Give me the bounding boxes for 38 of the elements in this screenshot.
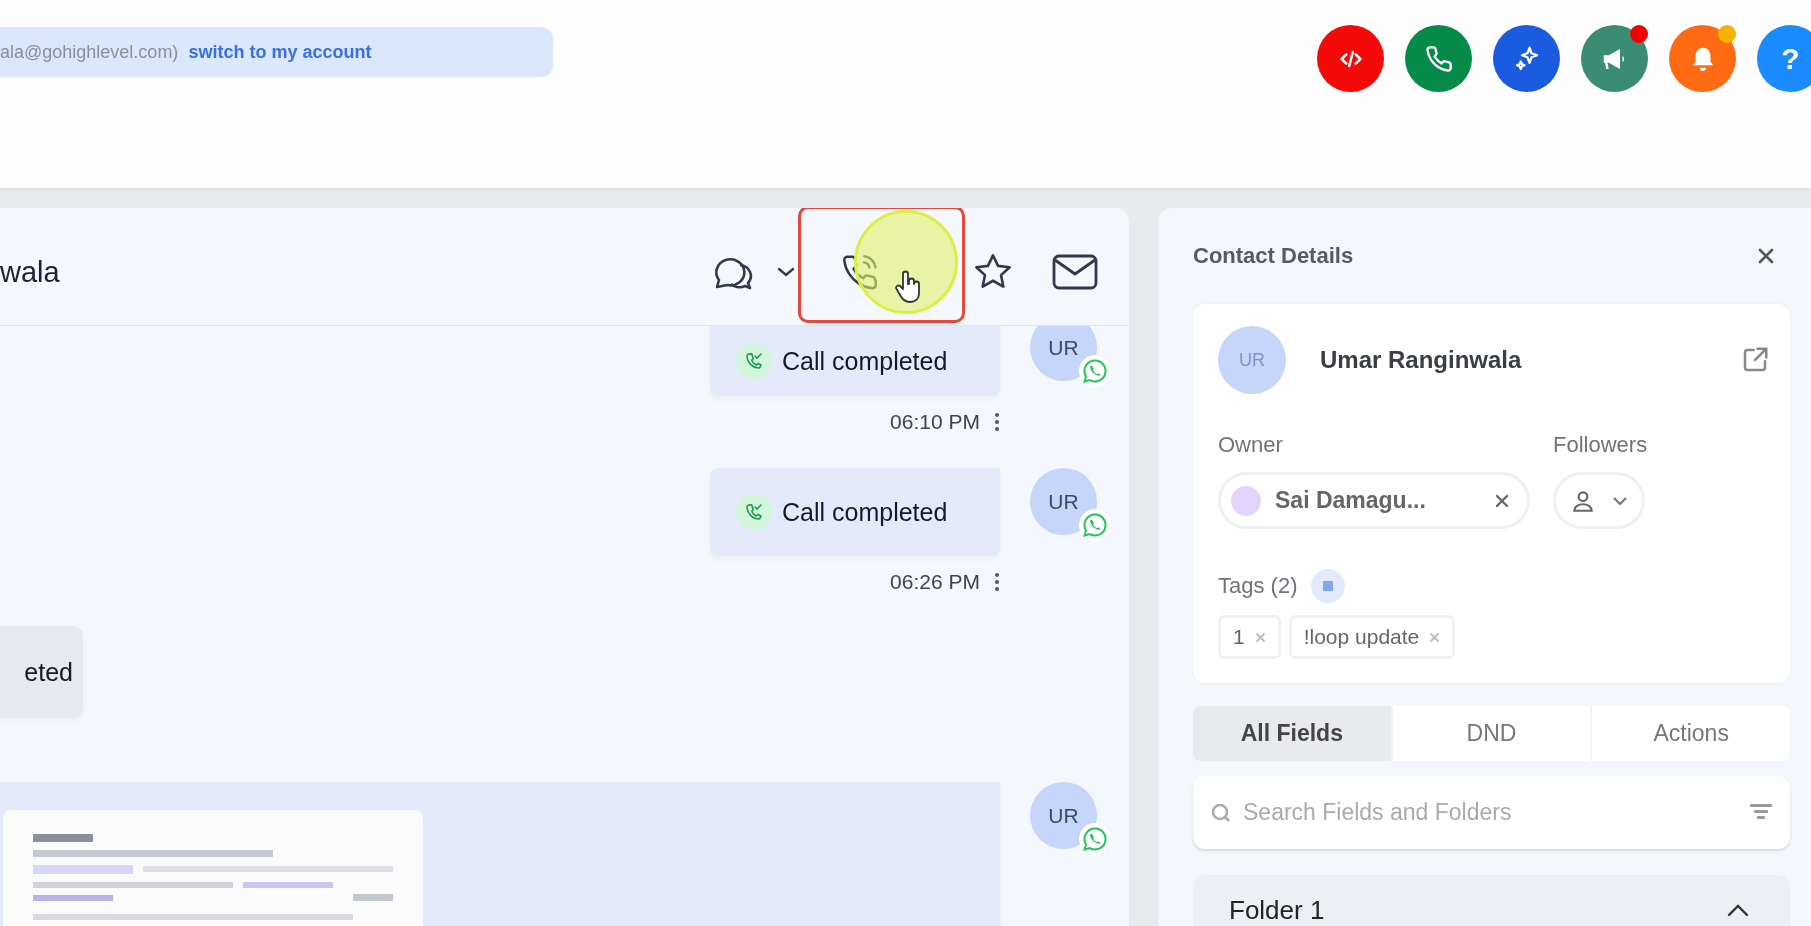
tag-chip[interactable]: 1 (1218, 615, 1281, 659)
contact-avatar: UR (1030, 782, 1097, 849)
panel-tab[interactable]: All Fields (1193, 706, 1391, 761)
followers-select[interactable] (1553, 472, 1645, 529)
message-time: 06:26 PM (890, 570, 980, 594)
followers-label: Followers (1553, 432, 1648, 458)
more-options-icon[interactable] (994, 412, 1000, 432)
phone-icon (1424, 44, 1453, 73)
owner-label: Owner (1218, 432, 1283, 458)
contact-name: Umar Ranginwala (1320, 346, 1522, 374)
chevron-icon[interactable] (1726, 903, 1750, 917)
more-options-icon[interactable] (994, 572, 1000, 592)
folder-name: Folder 1 (1229, 895, 1325, 926)
banner-text: ala@gohighlevel.com) (0, 41, 179, 63)
panel-title: Contact Details (1193, 243, 1354, 269)
call-completed-icon (736, 494, 772, 530)
chevron-down-icon (1612, 495, 1628, 506)
tag-chip[interactable]: !loop update (1288, 615, 1456, 659)
message-text: Call completed (782, 346, 948, 376)
switch-account-link[interactable]: switch to my account (188, 41, 372, 63)
mail-icon[interactable] (1051, 252, 1099, 291)
search-field[interactable]: Search Fields and Folders (1193, 776, 1790, 849)
owner-select[interactable]: Sai Damagu... (1218, 472, 1530, 529)
contact-avatar: UR (1030, 468, 1097, 535)
conversation-title: wala (0, 256, 60, 289)
whatsapp-icon (1079, 823, 1111, 855)
contact-avatar: UR (1218, 326, 1286, 394)
remove-icon[interactable] (1495, 493, 1509, 508)
whatsapp-icon (1079, 355, 1111, 387)
help-button[interactable]: ? (1757, 25, 1811, 92)
message-time: 06:10 PM (890, 410, 980, 434)
whatsapp-icon (1079, 509, 1111, 541)
message-text: eted (24, 657, 73, 687)
message-text: Call completed (782, 497, 948, 527)
tags-label: Tags (2) (1218, 573, 1298, 599)
caret-icon[interactable] (777, 265, 795, 278)
call-completed-icon (736, 343, 772, 379)
close-icon[interactable] (1757, 247, 1775, 265)
